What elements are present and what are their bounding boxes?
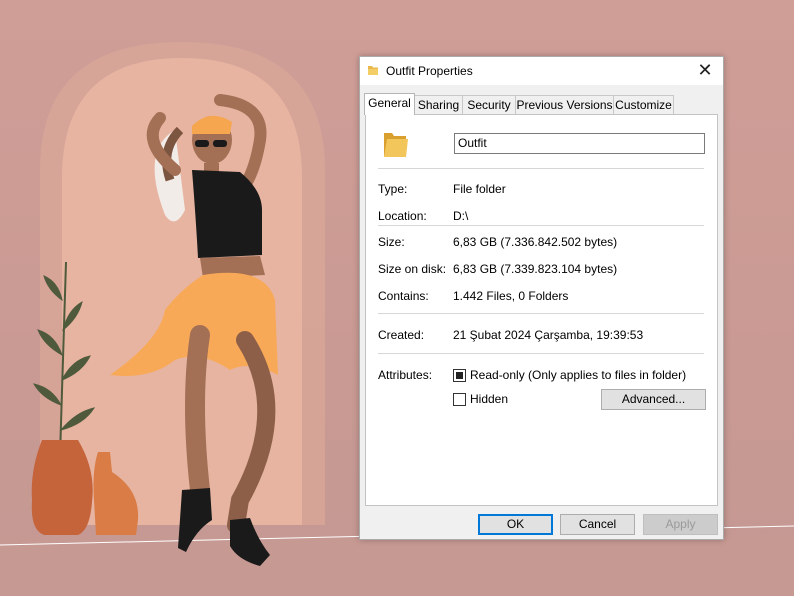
close-icon[interactable]: ✕ — [691, 58, 719, 82]
type-value: File folder — [453, 182, 506, 196]
tab-general[interactable]: General — [364, 93, 415, 115]
type-label: Type: — [378, 182, 408, 196]
hidden-checkbox[interactable] — [453, 393, 466, 406]
title-bar: Outfit Properties ✕ — [360, 57, 723, 85]
tab-previous-versions[interactable]: Previous Versions — [515, 95, 614, 114]
floor — [0, 535, 794, 596]
tab-security[interactable]: Security — [462, 95, 516, 114]
general-tab-panel: Type: File folder Location: D:\ Size: 6,… — [365, 114, 718, 506]
ok-button[interactable]: OK — [478, 514, 553, 535]
advanced-button[interactable]: Advanced... — [601, 389, 706, 410]
contains-value: 1.442 Files, 0 Folders — [453, 289, 569, 303]
created-label: Created: — [378, 328, 425, 342]
indeterminate-mark — [456, 372, 463, 379]
size-label: Size: — [378, 235, 405, 249]
dialog-title: Outfit Properties — [386, 64, 473, 78]
apply-button[interactable]: Apply — [643, 514, 718, 535]
folder-icon — [384, 133, 408, 157]
hidden-label: Hidden — [470, 392, 509, 406]
attributes-label: Attributes: — [378, 368, 433, 382]
divider — [378, 225, 704, 226]
tab-sharing[interactable]: Sharing — [414, 95, 463, 114]
location-label: Location: — [378, 209, 427, 223]
size-on-disk-label: Size on disk: — [378, 262, 447, 276]
divider — [378, 168, 704, 169]
folder-name-input[interactable] — [454, 133, 705, 154]
folder-icon — [368, 66, 378, 75]
divider — [378, 313, 704, 314]
readonly-checkbox[interactable] — [453, 369, 466, 382]
contains-label: Contains: — [378, 289, 429, 303]
tab-customize[interactable]: Customize — [613, 95, 674, 114]
cancel-button[interactable]: Cancel — [560, 514, 635, 535]
location-value: D:\ — [453, 209, 469, 223]
properties-dialog: Outfit Properties ✕ General Sharing Secu… — [359, 56, 724, 540]
divider — [378, 353, 704, 354]
readonly-label: Read-only (Only applies to files in fold… — [470, 368, 687, 382]
vase-large — [31, 440, 93, 535]
size-value: 6,83 GB (7.336.842.502 bytes) — [453, 235, 618, 249]
size-on-disk-value: 6,83 GB (7.339.823.104 bytes) — [453, 262, 618, 276]
created-value: 21 Şubat 2024 Çarşamba, 19:39:53 — [453, 328, 644, 342]
